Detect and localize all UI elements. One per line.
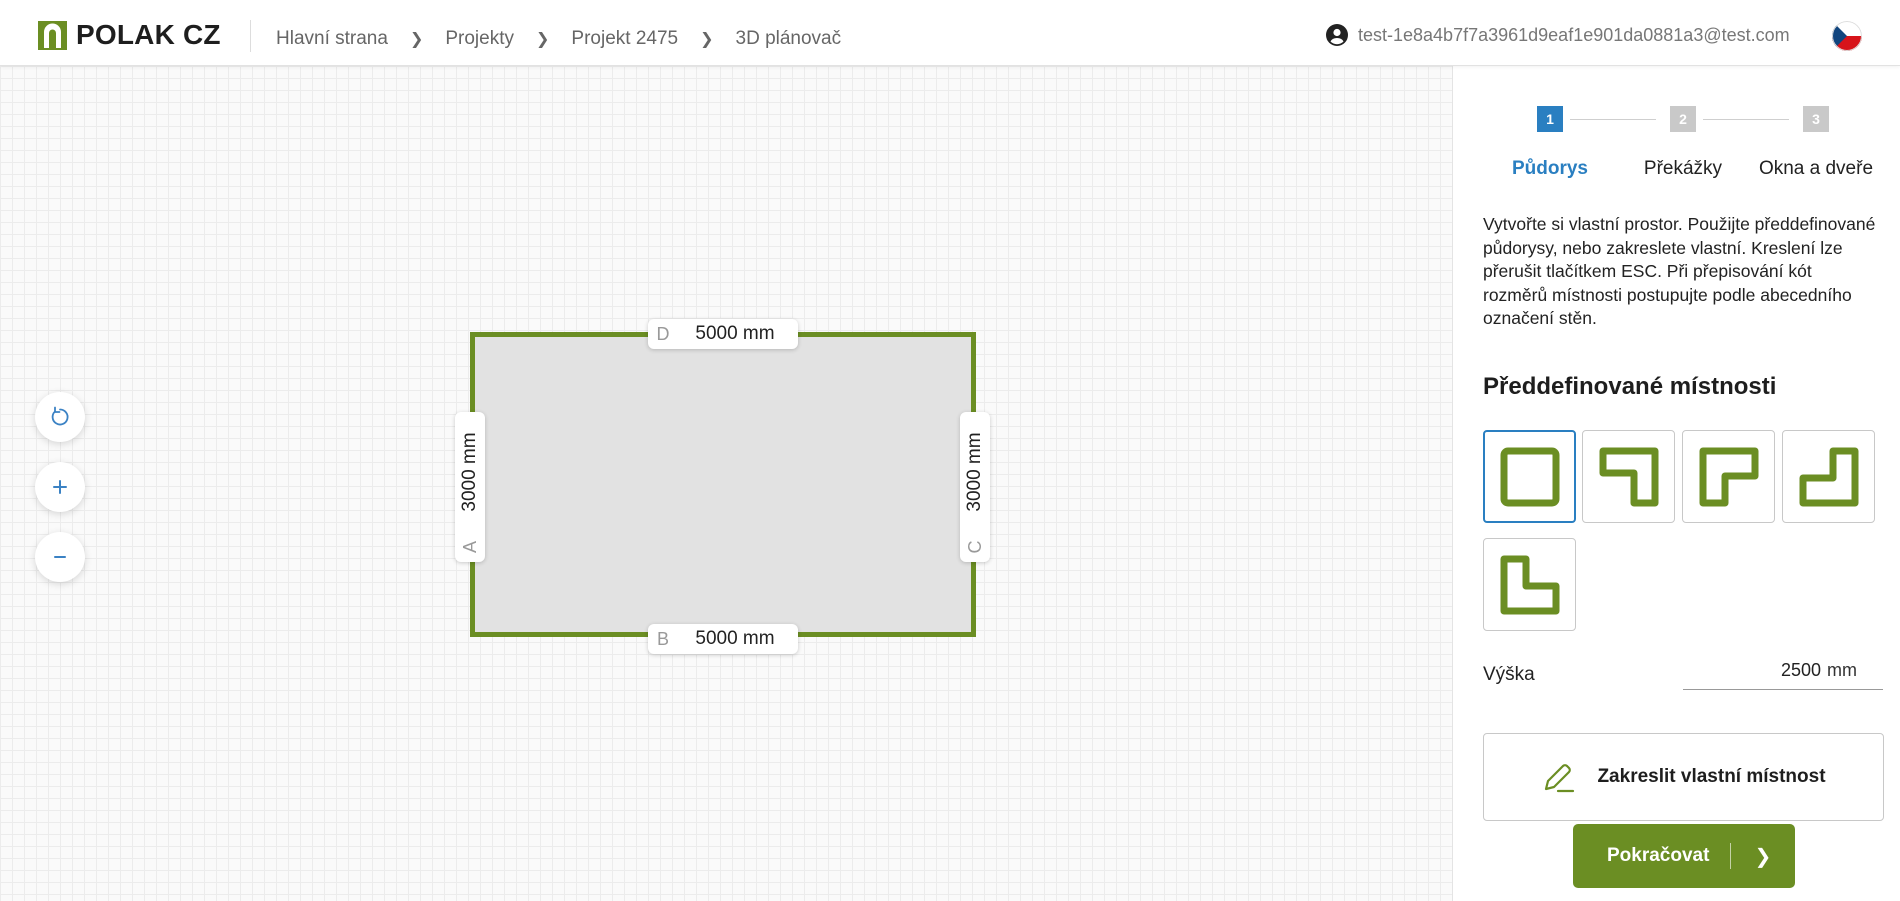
zoom-out-button[interactable] [35,532,85,582]
rectangle-room-icon [1500,447,1559,506]
chevron-right-icon: ❯ [700,31,714,48]
wall-a-dimension[interactable]: A 3000 mm [455,412,485,562]
wall-length[interactable]: 3000 mm [459,412,481,532]
breadcrumb-project[interactable]: Projekt 2475 [571,28,678,50]
breadcrumb-home[interactable]: Hlavní strana [276,28,388,50]
shape-step[interactable] [1782,430,1875,523]
chevron-right-icon: ❯ [409,31,424,48]
wall-b-dimension[interactable]: B 5000 mm [648,624,798,654]
continue-label: Pokračovat [1607,845,1710,866]
height-label: Výška [1483,664,1535,685]
continue-button[interactable]: Pokračovat ❯ [1573,824,1795,888]
header-divider [250,20,251,52]
chevron-right-icon: ❯ [1754,845,1772,868]
l-shape-room-icon [1699,447,1758,506]
breadcrumb: Hlavní strana ❯ Projekty ❯ Projekt 2475 … [276,28,841,50]
reset-view-button[interactable] [35,392,85,442]
zoom-in-button[interactable] [35,462,85,512]
user-email: test-1e8a4b7f7a3961d9eaf1e901da0881a3@te… [1358,24,1790,45]
user-icon [1326,24,1348,46]
wall-d-dimension[interactable]: D 5000 mm [648,319,798,349]
chevron-right-icon: ❯ [536,31,550,48]
step-connector [1703,119,1789,120]
step-connector [1570,119,1656,120]
logo[interactable]: POLAK CZ [38,19,221,51]
wall-letter: B [656,628,669,649]
step-3-label[interactable]: Okna a dveře [1746,158,1886,180]
step-1-number[interactable]: 1 [1537,106,1563,132]
polak-logo-icon [38,20,67,50]
step-shape-room-icon [1799,447,1858,506]
top-header: POLAK CZ Hlavní strana ❯ Projekty ❯ Proj… [0,0,1900,66]
reset-rotate-icon [51,406,69,426]
step-3-number[interactable]: 3 [1803,106,1829,132]
wall-c-dimension[interactable]: C 3000 mm [960,412,990,562]
zoom-in-icon [53,480,67,494]
wall-letter: A [459,541,480,554]
sidebar-panel: 1 2 3 Půdorys Překážky Okna a dveře Vytv… [1452,66,1900,901]
breadcrumb-projects[interactable]: Projekty [445,28,514,50]
room-floor[interactable] [470,332,976,637]
wall-letter: D [656,323,670,344]
pencil-icon [1545,764,1575,793]
floor-plan-canvas[interactable]: D 5000 mm B 5000 mm A 3000 mm C 3000 mm [0,66,1452,901]
height-unit: mm [1827,660,1857,680]
predefined-rooms-title: Předdefinované místnosti [1483,373,1777,400]
instructions-text: Vytvořte si vlastní prostor. Použijte př… [1483,214,1876,328]
step-1-label[interactable]: Půdorys [1480,158,1620,180]
wall-length[interactable]: 5000 mm [678,323,798,345]
draw-custom-room-button[interactable]: Zakreslit vlastní místnost [1483,733,1884,821]
height-input[interactable]: 2500 mm [1683,652,1883,690]
step-2-label[interactable]: Překážky [1613,158,1753,180]
zoom-out-icon [54,556,66,558]
shape-l-bottom[interactable] [1483,538,1576,631]
shape-l[interactable] [1682,430,1775,523]
wall-length[interactable]: 3000 mm [964,412,986,532]
shape-t[interactable] [1582,430,1675,523]
shape-rectangle[interactable] [1483,430,1576,523]
t-shape-room-icon [1599,447,1658,506]
draw-custom-room-label: Zakreslit vlastní místnost [1597,766,1826,787]
height-value[interactable]: 2500 [1781,660,1821,681]
breadcrumb-planner: 3D plánovač [735,28,842,49]
logo-text: POLAK CZ [76,19,221,50]
wall-letter: C [964,540,985,554]
czech-flag-icon[interactable] [1832,21,1862,51]
user-account[interactable]: test-1e8a4b7f7a3961d9eaf1e901da0881a3@te… [1326,24,1790,46]
step-2-number[interactable]: 2 [1670,106,1696,132]
l-bottom-room-icon [1500,555,1559,614]
wall-length[interactable]: 5000 mm [678,628,798,650]
